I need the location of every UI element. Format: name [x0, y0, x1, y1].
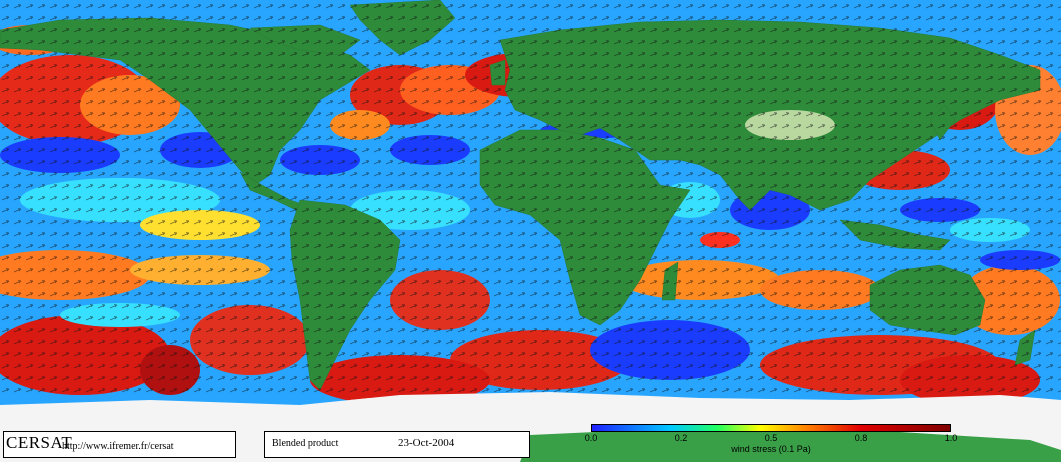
wind-vectors — [0, 0, 1061, 400]
colorbar-tick: 0.8 — [854, 433, 868, 443]
wind-stress-map — [0, 0, 1061, 462]
colorbar-tick: 0.0 — [584, 433, 598, 443]
cersat-url-link[interactable]: http://www.ifremer.fr/cersat — [62, 441, 174, 452]
date-label: 23-Oct-2004 — [398, 437, 455, 449]
colorbar-label: wind stress (0.1 Pa) — [731, 444, 811, 454]
product-box: Blended product 23-Oct-2004 — [264, 431, 530, 458]
colorbar — [591, 424, 951, 432]
colorbar-tick: 0.5 — [764, 433, 778, 443]
colorbar-tick: 1.0 — [944, 433, 958, 443]
colorbar-tick: 0.2 — [674, 433, 688, 443]
cersat-box: CERSAT http://www.ifremer.fr/cersat — [3, 431, 236, 458]
product-label: Blended product — [272, 438, 339, 449]
